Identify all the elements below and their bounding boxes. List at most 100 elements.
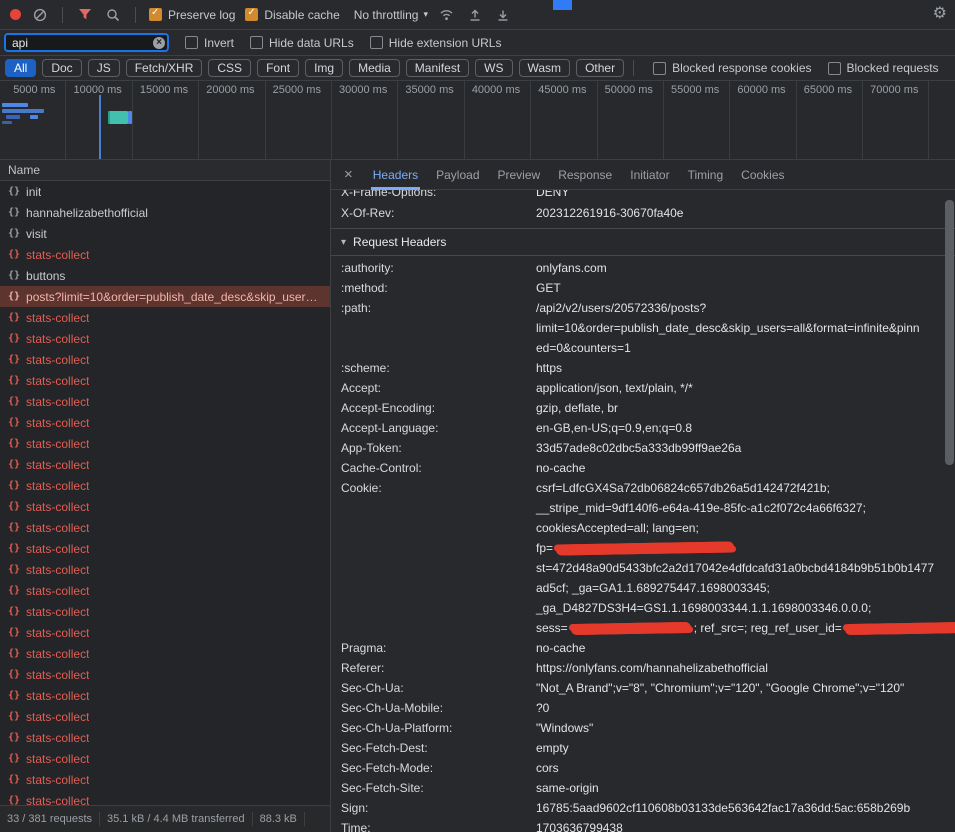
overview-selected-request-bar — [108, 111, 128, 124]
request-row[interactable]: {}stats-collect — [0, 685, 330, 706]
header-value-text: en-GB,en-US;q=0.9,en;q=0.8 — [536, 421, 692, 435]
request-row[interactable]: {}stats-collect — [0, 412, 330, 433]
header-row: Sec-Ch-Ua-Platform:"Windows" — [341, 718, 955, 738]
overview-request-bar — [30, 115, 38, 119]
filter-chip-all[interactable]: All — [5, 59, 36, 77]
header-row: :method:GET — [341, 278, 955, 298]
blocked-requests-checkbox[interactable]: Blocked requests — [828, 61, 939, 75]
filter-chip-ws[interactable]: WS — [475, 59, 512, 77]
request-row[interactable]: {}stats-collect — [0, 706, 330, 727]
request-name: posts?limit=10&order=publish_date_desc&s… — [26, 290, 318, 304]
request-headers-list: :authority:onlyfans.com:method:GET:path:… — [341, 256, 955, 832]
request-list-panel: Name {}init{}hannahelizabethofficial{}vi… — [0, 160, 330, 805]
request-row[interactable]: {}stats-collect — [0, 328, 330, 349]
details-scrollbar-thumb[interactable] — [945, 200, 954, 465]
request-row[interactable]: {}stats-collect — [0, 790, 330, 805]
request-row[interactable]: {}hannahelizabethofficial — [0, 202, 330, 223]
filter-chip-fetch-xhr[interactable]: Fetch/XHR — [126, 59, 203, 77]
search-button[interactable] — [104, 6, 122, 24]
filter-chip-css[interactable]: CSS — [208, 59, 251, 77]
header-value-text: cors — [536, 761, 559, 775]
request-row[interactable]: {}stats-collect — [0, 391, 330, 412]
request-row[interactable]: {}stats-collect — [0, 454, 330, 475]
tab-preview[interactable]: Preview — [498, 160, 541, 190]
filter-chip-js[interactable]: JS — [88, 59, 120, 77]
request-row[interactable]: {}buttons — [0, 265, 330, 286]
request-row[interactable]: {}stats-collect — [0, 496, 330, 517]
header-row: Accept-Language:en-GB,en-US;q=0.9,en;q=0… — [341, 418, 955, 438]
hide-extension-urls-checkbox[interactable]: Hide extension URLs — [370, 36, 502, 50]
filter-chip-manifest[interactable]: Manifest — [406, 59, 469, 77]
filter-chip-font[interactable]: Font — [257, 59, 299, 77]
record-button[interactable] — [10, 9, 21, 20]
header-row: Accept:application/json, text/plain, */* — [341, 378, 955, 398]
request-row[interactable]: {}stats-collect — [0, 475, 330, 496]
settings-gear-icon[interactable]: ⚙ — [933, 5, 947, 23]
network-conditions-button[interactable] — [438, 6, 456, 24]
tab-response[interactable]: Response — [558, 160, 612, 190]
request-row[interactable]: {}stats-collect — [0, 769, 330, 790]
tab-headers[interactable]: Headers — [373, 160, 418, 190]
disable-cache-checkbox[interactable]: Disable cache — [245, 8, 339, 22]
request-headers-section[interactable]: ▾ Request Headers — [341, 229, 955, 255]
request-name: stats-collect — [26, 542, 89, 556]
request-row[interactable]: {}stats-collect — [0, 538, 330, 559]
clear-filter-icon[interactable]: × — [153, 37, 165, 49]
clear-button[interactable] — [31, 6, 49, 24]
fetch-icon: {} — [8, 333, 20, 344]
request-row[interactable]: {}stats-collect — [0, 433, 330, 454]
request-row[interactable]: {}posts?limit=10&order=publish_date_desc… — [0, 286, 330, 307]
request-row[interactable]: {}stats-collect — [0, 307, 330, 328]
tab-initiator[interactable]: Initiator — [630, 160, 669, 190]
requests-count: 33 / 381 requests — [0, 813, 99, 825]
request-row[interactable]: {}stats-collect — [0, 349, 330, 370]
type-filter-checkboxes: Blocked response cookies Blocked request… — [653, 61, 955, 75]
request-row[interactable]: {}visit — [0, 223, 330, 244]
preserve-log-checkbox[interactable]: Preserve log — [149, 8, 235, 22]
filter-chip-media[interactable]: Media — [349, 59, 400, 77]
header-name: Accept-Encoding: — [341, 398, 536, 418]
request-row[interactable]: {}stats-collect — [0, 643, 330, 664]
tab-payload[interactable]: Payload — [436, 160, 479, 190]
close-icon[interactable]: × — [344, 166, 353, 183]
request-row[interactable]: {}stats-collect — [0, 580, 330, 601]
resources-size: 88.3 kB — [253, 813, 304, 825]
filter-chip-img[interactable]: Img — [305, 59, 343, 77]
header-value-line: no-cache — [536, 638, 585, 658]
filter-chip-wasm[interactable]: Wasm — [519, 59, 571, 77]
request-row[interactable]: {}stats-collect — [0, 727, 330, 748]
header-name: Cache-Control: — [341, 458, 536, 478]
overview-request-bar — [2, 103, 28, 107]
filter-toggle-button[interactable] — [76, 6, 94, 24]
request-row[interactable]: {}stats-collect — [0, 748, 330, 769]
throttling-dropdown[interactable]: No throttling ▾ — [354, 8, 428, 22]
request-row[interactable]: {}stats-collect — [0, 622, 330, 643]
filter-input[interactable] — [4, 33, 169, 52]
request-row[interactable]: {}stats-collect — [0, 559, 330, 580]
network-overview[interactable]: 5000 ms10000 ms15000 ms20000 ms25000 ms3… — [0, 81, 955, 160]
request-name: stats-collect — [26, 689, 89, 703]
request-row[interactable]: {}stats-collect — [0, 244, 330, 265]
headers-content: X-Frame-Options: DENY X-Of-Rev: 20231226… — [331, 190, 955, 832]
export-har-icon — [496, 8, 510, 22]
export-har-button[interactable] — [494, 6, 512, 24]
tab-cookies[interactable]: Cookies — [741, 160, 784, 190]
tab-timing[interactable]: Timing — [688, 160, 724, 190]
filter-chip-doc[interactable]: Doc — [42, 59, 81, 77]
fetch-icon: {} — [8, 459, 20, 470]
header-value-line: same-origin — [536, 778, 599, 798]
request-row[interactable]: {}stats-collect — [0, 370, 330, 391]
request-row[interactable]: {}stats-collect — [0, 517, 330, 538]
header-name: :authority: — [341, 258, 536, 278]
hide-data-urls-checkbox[interactable]: Hide data URLs — [250, 36, 354, 50]
import-har-button[interactable] — [466, 6, 484, 24]
blocked-response-cookies-checkbox[interactable]: Blocked response cookies — [653, 61, 811, 75]
header-value-line: cors — [536, 758, 559, 778]
request-row[interactable]: {}init — [0, 181, 330, 202]
request-row[interactable]: {}stats-collect — [0, 664, 330, 685]
request-row[interactable]: {}stats-collect — [0, 601, 330, 622]
header-value-text: application/json, text/plain, */* — [536, 381, 693, 395]
filter-chip-other[interactable]: Other — [576, 59, 624, 77]
name-column-header[interactable]: Name — [0, 160, 330, 181]
invert-checkbox[interactable]: Invert — [185, 36, 234, 50]
